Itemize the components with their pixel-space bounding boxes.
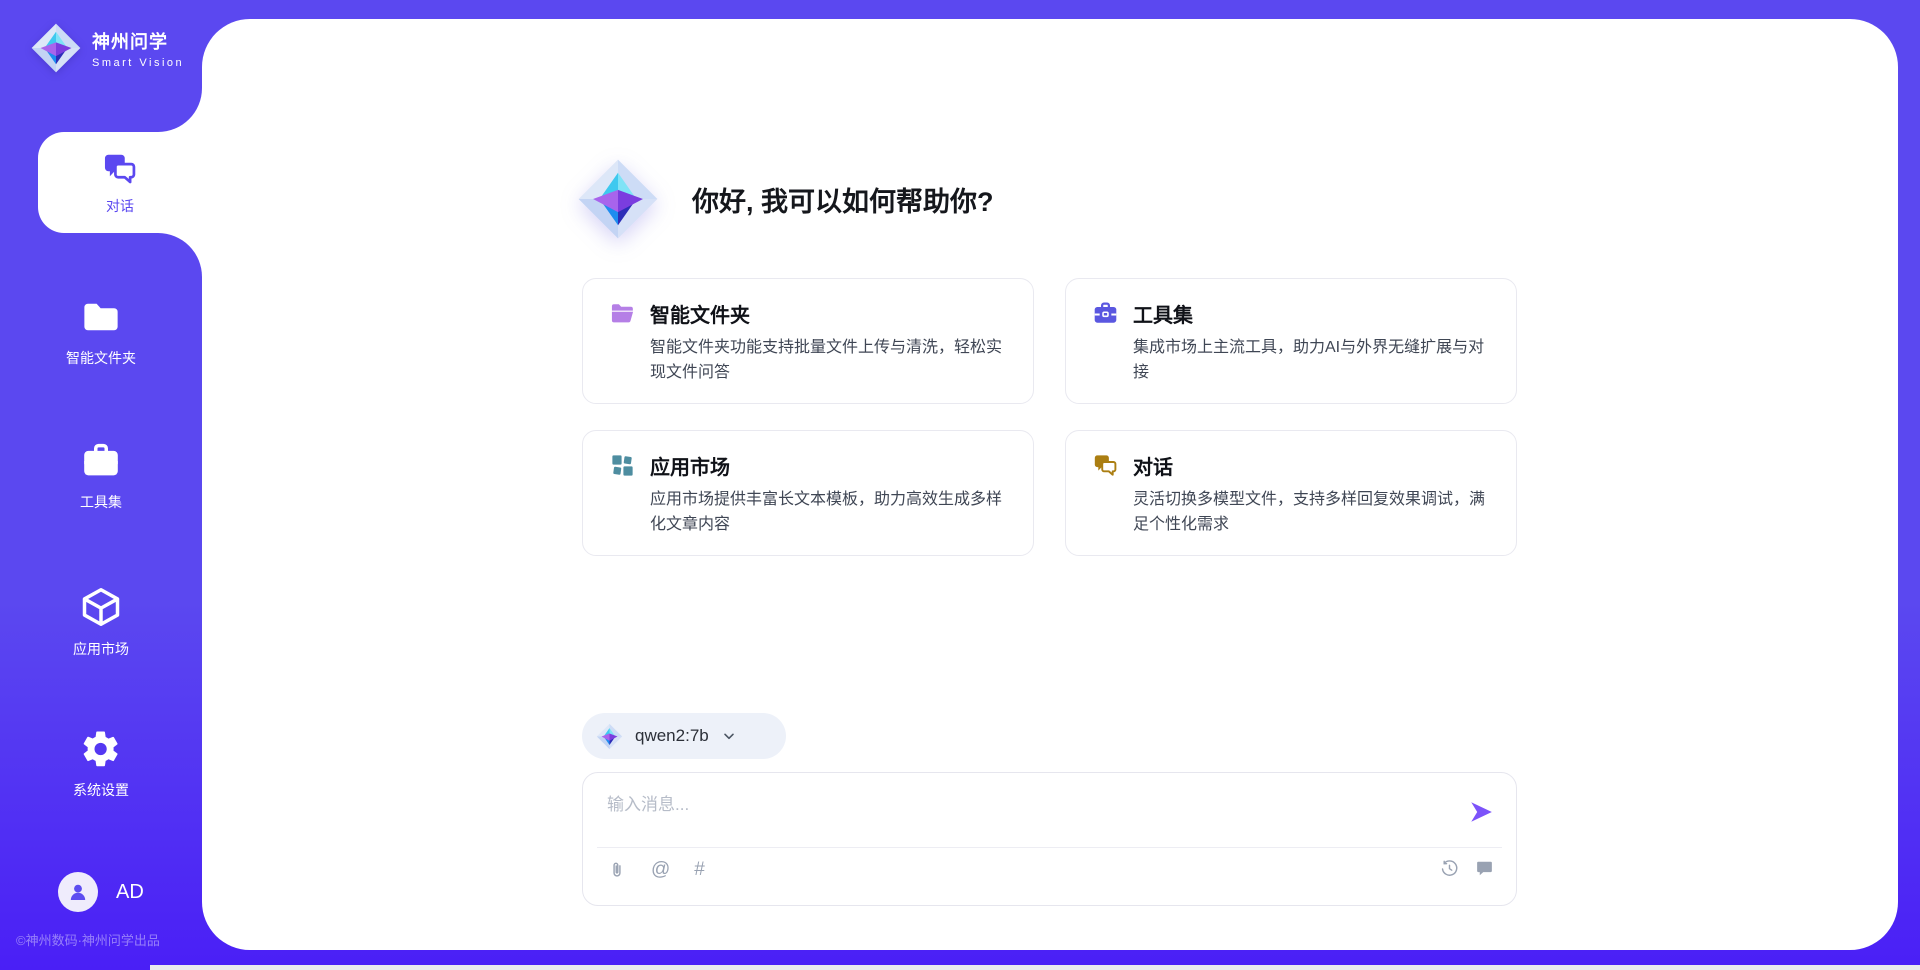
attach-button[interactable] bbox=[607, 859, 627, 881]
sidebar-item-label: 应用市场 bbox=[73, 639, 129, 659]
new-chat-button[interactable] bbox=[1475, 859, 1494, 878]
chat-bubbles-icon bbox=[1092, 452, 1119, 479]
greeting-title: 你好, 我可以如何帮助你? bbox=[692, 180, 994, 219]
brand-logo-icon bbox=[30, 22, 82, 74]
sidebar-item-label: 系统设置 bbox=[73, 780, 129, 800]
sidebar: 神州问学 Smart Vision 对话 智能文件夹 工具集 应用市场 系统设置 bbox=[0, 0, 202, 970]
card-smart-folder[interactable]: 智能文件夹 智能文件夹功能支持批量文件上传与清洗，轻松实现文件问答 bbox=[582, 278, 1034, 404]
topic-button[interactable]: # bbox=[694, 859, 705, 881]
chat-bubbles-icon bbox=[101, 150, 139, 188]
at-icon: @ bbox=[651, 859, 670, 881]
greeting: 你好, 我可以如何帮助你? bbox=[576, 157, 994, 241]
card-title: 应用市场 bbox=[650, 451, 730, 480]
sidebar-item-tools[interactable]: 工具集 bbox=[0, 440, 202, 512]
composer-tools: @ # bbox=[607, 859, 705, 881]
brand-name: 神州问学 bbox=[92, 28, 184, 54]
sidebar-item-chat[interactable]: 对话 bbox=[38, 132, 202, 233]
card-toolset[interactable]: 工具集 集成市场上主流工具，助力AI与外界无缝扩展与对接 bbox=[1065, 278, 1517, 404]
folder-open-icon bbox=[609, 300, 636, 327]
chevron-down-icon bbox=[721, 728, 737, 744]
briefcase-icon bbox=[80, 440, 122, 482]
brand-subtitle: Smart Vision bbox=[92, 57, 184, 69]
card-description: 应用市场提供丰富长文本模板，助力高效生成多样化文章内容 bbox=[650, 487, 1009, 537]
sidebar-footer: ©神州数码·神州问学出品 bbox=[16, 930, 160, 949]
composer-right-tools bbox=[1440, 859, 1494, 878]
user-account[interactable]: AD bbox=[58, 872, 144, 912]
mention-button[interactable]: @ bbox=[651, 859, 670, 881]
tab-fillet-top bbox=[158, 88, 202, 132]
comment-icon bbox=[1475, 859, 1494, 878]
person-icon bbox=[66, 880, 90, 904]
paperclip-icon bbox=[607, 859, 627, 881]
sidebar-item-market[interactable]: 应用市场 bbox=[0, 585, 202, 659]
message-input[interactable] bbox=[607, 787, 1427, 823]
model-logo-icon bbox=[596, 723, 623, 750]
card-app-market[interactable]: 应用市场 应用市场提供丰富长文本模板，助力高效生成多样化文章内容 bbox=[582, 430, 1034, 556]
model-name: qwen2:7b bbox=[635, 726, 709, 746]
history-icon bbox=[1440, 859, 1459, 878]
card-title: 对话 bbox=[1133, 451, 1173, 480]
composer-divider bbox=[597, 847, 1502, 848]
cube-icon bbox=[79, 585, 123, 629]
card-title: 智能文件夹 bbox=[650, 299, 750, 328]
bottom-strip bbox=[150, 965, 1920, 970]
main-content: 你好, 我可以如何帮助你? 智能文件夹 智能文件夹功能支持批量文件上传与清洗，轻… bbox=[582, 19, 1517, 950]
brand: 神州问学 Smart Vision bbox=[30, 22, 184, 74]
card-description: 智能文件夹功能支持批量文件上传与清洗，轻松实现文件问答 bbox=[650, 335, 1009, 385]
card-description: 集成市场上主流工具，助力AI与外界无缝扩展与对接 bbox=[1133, 335, 1492, 385]
greeting-logo-icon bbox=[576, 157, 660, 241]
card-chat[interactable]: 对话 灵活切换多模型文件，支持多样回复效果调试，满足个性化需求 bbox=[1065, 430, 1517, 556]
tab-fillet-bottom bbox=[158, 233, 202, 277]
grid-icon bbox=[609, 452, 636, 479]
model-selector[interactable]: qwen2:7b bbox=[582, 713, 786, 759]
sidebar-item-label: 对话 bbox=[106, 196, 134, 216]
avatar bbox=[58, 872, 98, 912]
briefcase-icon bbox=[1092, 300, 1119, 327]
feature-cards: 智能文件夹 智能文件夹功能支持批量文件上传与清洗，轻松实现文件问答 工具集 集成… bbox=[582, 278, 1517, 556]
message-composer: @ # bbox=[582, 772, 1517, 906]
card-title: 工具集 bbox=[1133, 299, 1193, 328]
hash-icon: # bbox=[694, 859, 705, 881]
sidebar-item-folders[interactable]: 智能文件夹 bbox=[0, 296, 202, 368]
sidebar-item-label: 智能文件夹 bbox=[66, 348, 136, 368]
gear-icon bbox=[80, 728, 122, 770]
sidebar-item-label: 工具集 bbox=[80, 492, 122, 512]
main-panel: 你好, 我可以如何帮助你? 智能文件夹 智能文件夹功能支持批量文件上传与清洗，轻… bbox=[202, 19, 1898, 950]
send-icon[interactable] bbox=[1468, 799, 1494, 825]
history-button[interactable] bbox=[1440, 859, 1459, 878]
folder-icon bbox=[80, 296, 122, 338]
sidebar-item-settings[interactable]: 系统设置 bbox=[0, 728, 202, 800]
card-description: 灵活切换多模型文件，支持多样回复效果调试，满足个性化需求 bbox=[1133, 487, 1492, 537]
user-initials: AD bbox=[116, 881, 144, 904]
